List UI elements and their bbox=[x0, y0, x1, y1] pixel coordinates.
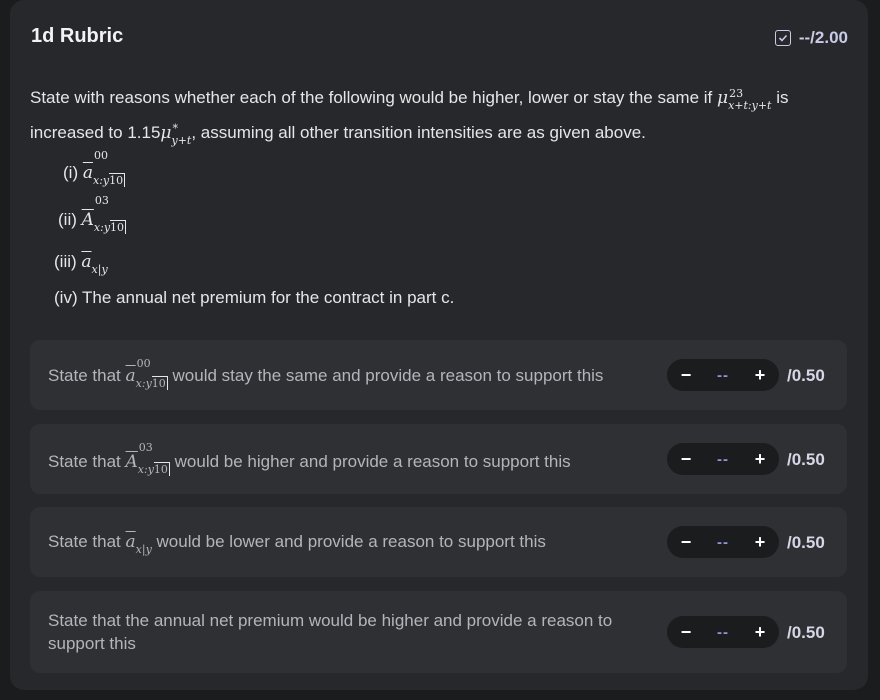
rubric-panel: 1d Rubric --/2.00 State with reasons whe… bbox=[10, 0, 868, 690]
criterion-row: State that the annual net premium would … bbox=[30, 591, 847, 673]
mu-symbol: μ 23 x+t:y+t bbox=[717, 87, 772, 112]
score-value[interactable]: -- bbox=[717, 451, 729, 468]
question-text-start: State with reasons whether each of the f… bbox=[30, 88, 713, 107]
criterion-max-score: /0.50 bbox=[787, 450, 825, 469]
part-iii: (iii) ax|y bbox=[54, 252, 108, 276]
criterion-max-score: /0.50 bbox=[787, 623, 825, 642]
score-stepper: − -- + bbox=[667, 526, 779, 558]
decrement-button[interactable]: − bbox=[679, 532, 693, 553]
criterion-text: State that the annual net premium would … bbox=[48, 611, 613, 653]
decrement-button[interactable]: − bbox=[679, 365, 693, 386]
criterion-row: State that a 00 x:y10 would stay the same … bbox=[30, 340, 847, 410]
criterion-max-score: /0.50 bbox=[787, 366, 825, 385]
total-score: --/2.00 bbox=[774, 28, 848, 48]
part-ii: (ii) A 03 x:y10 bbox=[58, 194, 127, 234]
increment-button[interactable]: + bbox=[753, 532, 767, 553]
decrement-button[interactable]: − bbox=[679, 449, 693, 470]
rubric-title: 1d Rubric bbox=[31, 25, 124, 47]
increment-button[interactable]: + bbox=[753, 449, 767, 470]
question-text-mid: increased to 1.15 bbox=[30, 123, 161, 142]
mu-star-symbol: μ * y+t bbox=[160, 122, 192, 147]
increment-button[interactable]: + bbox=[753, 365, 767, 386]
score-value[interactable]: -- bbox=[717, 367, 729, 384]
decrement-button[interactable]: − bbox=[679, 622, 693, 643]
question-text-end: , assuming all other transition intensit… bbox=[191, 123, 646, 142]
score-value[interactable]: -- bbox=[717, 534, 729, 551]
part-iv: (iv) The annual net premium for the cont… bbox=[54, 288, 455, 307]
checkbox-icon[interactable] bbox=[774, 30, 791, 46]
criterion-text: State that A 03 x:y10 would be higher and … bbox=[48, 441, 571, 476]
criterion-text: State that a 00 x:y10 would stay the same … bbox=[48, 357, 604, 390]
criterion-row: State that A 03 x:y10 would be higher and … bbox=[30, 424, 847, 494]
score-stepper: − -- + bbox=[667, 359, 779, 391]
criterion-text: State that ax|y would be lower and provi… bbox=[48, 532, 546, 556]
score-stepper: − -- + bbox=[667, 443, 779, 475]
criterion-max-score: /0.50 bbox=[787, 533, 825, 552]
criterion-row: State that ax|y would be lower and provi… bbox=[30, 507, 847, 577]
question-text-is: is bbox=[776, 88, 789, 107]
increment-button[interactable]: + bbox=[753, 622, 767, 643]
total-score-value: --/2.00 bbox=[798, 28, 848, 47]
part-i: (i) a 00 x:y10 bbox=[63, 149, 126, 187]
question-text: State with reasons whether each of the f… bbox=[30, 84, 855, 154]
score-value[interactable]: -- bbox=[717, 624, 729, 641]
score-stepper: − -- + bbox=[667, 616, 779, 648]
